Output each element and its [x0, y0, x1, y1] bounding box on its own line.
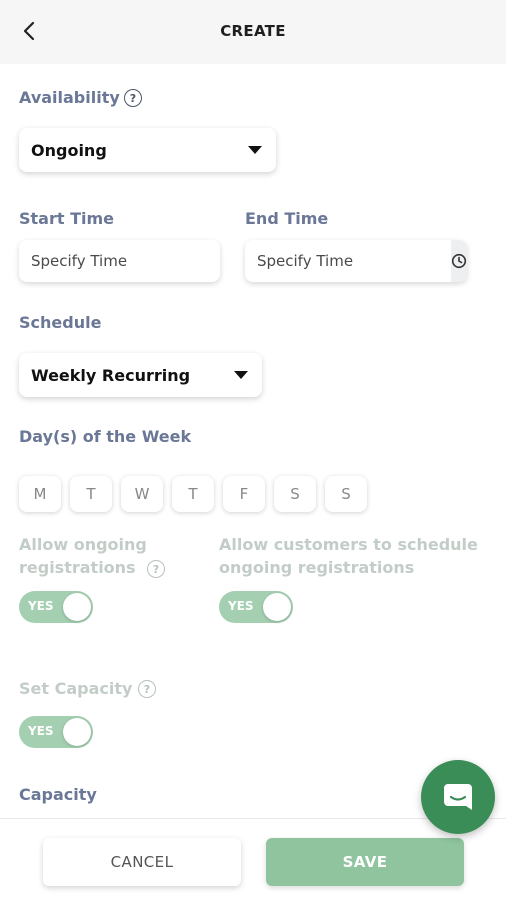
end-time-clock-button[interactable] [451, 240, 467, 282]
capacity-label: Capacity [19, 785, 97, 804]
chat-launcher-button[interactable] [421, 760, 495, 834]
page-title: CREATE [220, 22, 286, 40]
end-time-input[interactable] [245, 240, 451, 282]
save-button[interactable]: SAVE [266, 838, 464, 886]
cancel-button[interactable]: CANCEL [43, 838, 241, 886]
days-of-week-label: Day(s) of the Week [19, 427, 192, 446]
start-time-label: Start Time [19, 209, 114, 228]
end-time-label: End Time [245, 209, 329, 228]
schedule-select[interactable]: Weekly Recurring [19, 353, 262, 397]
allow-ongoing-label-line1: Allow ongoing [19, 535, 147, 554]
day-button-saturday[interactable]: S [274, 476, 316, 512]
question-circle-icon[interactable]: ? [124, 89, 142, 107]
availability-value: Ongoing [31, 140, 107, 160]
allow-customers-toggle[interactable]: YES [219, 591, 293, 623]
toggle-knob [63, 718, 91, 746]
day-selector: M T W T F S S [19, 476, 367, 512]
day-button-sunday[interactable]: S [325, 476, 367, 512]
question-circle-icon[interactable]: ? [147, 560, 165, 578]
question-circle-icon[interactable]: ? [138, 680, 156, 698]
schedule-value: Weekly Recurring [31, 365, 191, 385]
day-button-thursday[interactable]: T [172, 476, 214, 512]
toggle-knob [63, 593, 91, 621]
availability-label: Availability [19, 88, 120, 107]
allow-ongoing-label-line2: registrations [19, 558, 136, 577]
start-time-input[interactable] [19, 240, 220, 282]
set-capacity-label: Set Capacity [19, 679, 133, 698]
chat-bubble-icon [444, 784, 472, 810]
toggle-state-label: YES [28, 724, 54, 738]
start-time-field[interactable] [19, 240, 220, 282]
toggle-knob [263, 593, 291, 621]
end-time-field[interactable] [245, 240, 467, 282]
toggle-state-label: YES [28, 599, 54, 613]
allow-ongoing-toggle[interactable]: YES [19, 591, 93, 623]
caret-down-icon [248, 146, 262, 154]
caret-down-icon [234, 371, 248, 379]
availability-select[interactable]: Ongoing [19, 128, 276, 172]
schedule-label: Schedule [19, 313, 102, 332]
clock-icon [451, 253, 467, 269]
day-button-friday[interactable]: F [223, 476, 265, 512]
day-button-wednesday[interactable]: W [121, 476, 163, 512]
day-button-monday[interactable]: M [19, 476, 61, 512]
set-capacity-toggle[interactable]: YES [19, 716, 93, 748]
top-bar: CREATE [0, 0, 506, 64]
allow-customers-label-line1: Allow customers to schedule [219, 535, 478, 554]
allow-customers-label-line2: ongoing registrations [219, 558, 415, 577]
day-button-tuesday[interactable]: T [70, 476, 112, 512]
toggle-state-label: YES [228, 599, 254, 613]
